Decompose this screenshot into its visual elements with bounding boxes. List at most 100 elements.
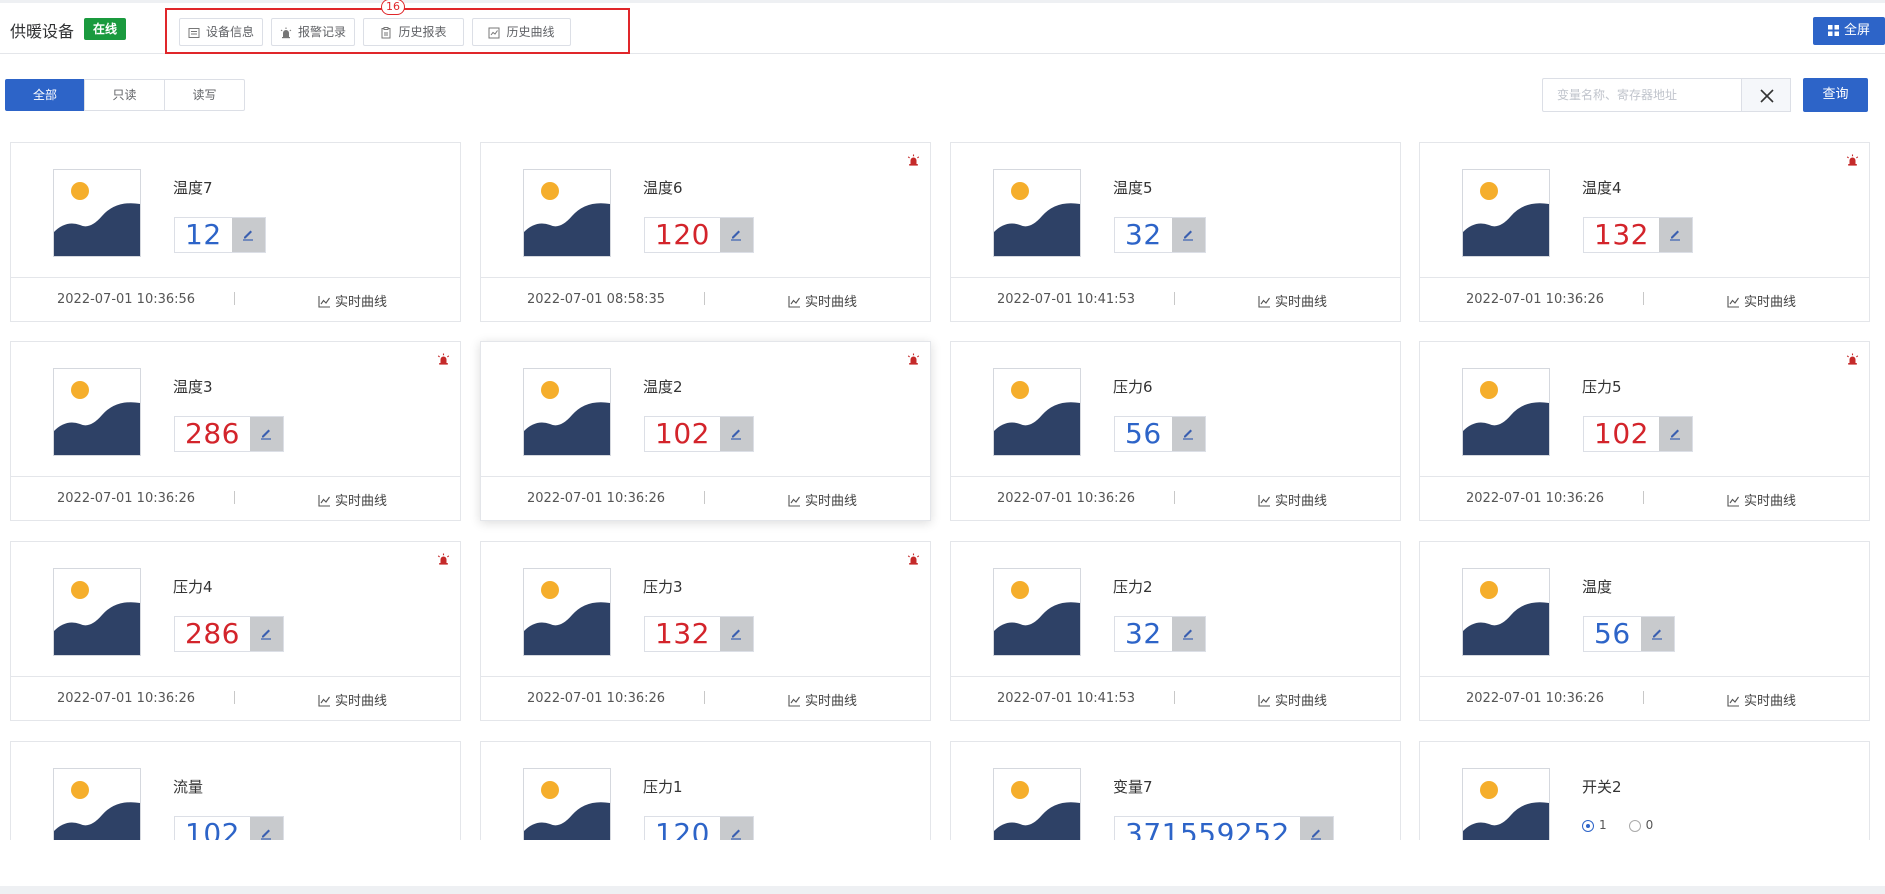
edit-value-button[interactable] — [1658, 417, 1692, 451]
edit-value-button[interactable] — [249, 617, 283, 651]
edit-value-button[interactable] — [231, 218, 265, 252]
variable-name: 压力4 — [173, 578, 213, 596]
search-input[interactable] — [1542, 78, 1741, 112]
tab-label: 报警记录 — [297, 25, 346, 39]
variable-image — [1462, 368, 1550, 456]
image-placeholder-icon — [1463, 781, 1549, 840]
value-display: 102 — [174, 816, 284, 840]
tab-history-report[interactable]: 历史报表 — [363, 18, 464, 46]
filter-read-write[interactable]: 读写 — [164, 79, 245, 111]
curve-icon — [1258, 295, 1275, 310]
tab-label: 历史报表 — [398, 25, 447, 39]
tab-alarm-records[interactable]: 报警记录 — [271, 18, 355, 46]
card-footer: 2022-07-01 10:41:53 实时曲线 — [951, 277, 1400, 323]
variable-card[interactable]: 压力6 56 2022-07-01 10:36:26 实时曲线 — [950, 341, 1401, 521]
variable-card[interactable]: 压力1 120 — [480, 741, 931, 840]
filter-read-only[interactable]: 只读 — [84, 79, 165, 111]
curve-label: 实时曲线 — [335, 295, 388, 310]
clear-search-button[interactable] — [1741, 78, 1791, 112]
variable-name: 温度2 — [643, 378, 683, 396]
realtime-curve-link[interactable]: 实时曲线 — [1727, 490, 1796, 509]
realtime-curve-link[interactable]: 实时曲线 — [1727, 690, 1796, 709]
value-display: 32 — [1114, 217, 1206, 253]
edit-value-button[interactable] — [719, 417, 753, 451]
edit-value-button[interactable] — [1171, 617, 1205, 651]
curve-label: 实时曲线 — [805, 295, 858, 310]
variable-image — [993, 169, 1081, 257]
variable-card[interactable]: 流量 102 — [10, 741, 461, 840]
realtime-curve-link[interactable]: 实时曲线 — [788, 291, 857, 310]
edit-value-button[interactable] — [1658, 218, 1692, 252]
card-footer: 2022-07-01 10:36:26 实时曲线 — [11, 476, 460, 522]
realtime-curve-link[interactable]: 实时曲线 — [788, 490, 857, 509]
variable-value: 102 — [655, 417, 710, 450]
edit-value-button[interactable] — [1171, 218, 1205, 252]
radio-option[interactable]: 1 — [1582, 818, 1607, 832]
edit-value-button[interactable] — [1640, 617, 1674, 651]
variable-card[interactable]: 变量7 371559252 — [950, 741, 1401, 840]
alarm-icon — [1846, 151, 1859, 170]
update-time: 2022-07-01 10:41:53 — [997, 691, 1136, 706]
edit-value-button[interactable] — [1299, 817, 1333, 840]
variable-value: 120 — [655, 817, 710, 840]
realtime-curve-link[interactable]: 实时曲线 — [318, 490, 387, 509]
variable-value: 286 — [185, 417, 240, 450]
variable-card[interactable]: 温度4 132 2022-07-01 10:36:26 实时曲线 — [1419, 142, 1870, 322]
alarm-icon — [907, 550, 920, 569]
curve-label: 实时曲线 — [1744, 694, 1797, 709]
variable-card[interactable]: 温度2 102 2022-07-01 10:36:26 实时曲线 — [480, 341, 931, 521]
tab-history-curve[interactable]: 历史曲线 — [472, 18, 571, 46]
edit-value-button[interactable] — [249, 417, 283, 451]
variable-image — [993, 568, 1081, 656]
variable-card[interactable]: 压力4 286 2022-07-01 10:36:26 实时曲线 — [10, 541, 461, 721]
tab-device-info[interactable]: 设备信息 — [179, 18, 263, 46]
divider — [1174, 292, 1175, 305]
edit-value-button[interactable] — [719, 218, 753, 252]
realtime-curve-link[interactable]: 实时曲线 — [1727, 291, 1796, 310]
variable-card[interactable]: 温度7 12 2022-07-01 10:36:56 实时曲线 — [10, 142, 461, 322]
card-footer: 2022-07-01 10:36:56 实时曲线 — [11, 277, 460, 323]
edit-value-button[interactable] — [1171, 417, 1205, 451]
realtime-curve-link[interactable]: 实时曲线 — [1258, 490, 1327, 509]
variable-card[interactable]: 压力3 132 2022-07-01 10:36:26 实时曲线 — [480, 541, 931, 721]
alarm-icon — [907, 151, 920, 170]
radio-icon — [1582, 819, 1594, 832]
filter-all[interactable]: 全部 — [5, 79, 85, 111]
variable-image — [523, 568, 611, 656]
update-time: 2022-07-01 10:36:26 — [527, 491, 666, 506]
realtime-curve-link[interactable]: 实时曲线 — [1258, 291, 1327, 310]
device-info-icon — [188, 27, 200, 38]
edit-value-button[interactable] — [249, 817, 283, 840]
curve-label: 实时曲线 — [335, 694, 388, 709]
edit-value-button[interactable] — [719, 617, 753, 651]
alarm-count-badge: 16 — [381, 0, 405, 15]
variable-name: 温度5 — [1113, 179, 1153, 197]
image-placeholder-icon — [1463, 581, 1549, 655]
realtime-curve-link[interactable]: 实时曲线 — [1258, 690, 1327, 709]
update-time: 2022-07-01 10:41:53 — [997, 292, 1136, 307]
image-placeholder-icon — [994, 182, 1080, 256]
realtime-curve-link[interactable]: 实时曲线 — [318, 291, 387, 310]
image-placeholder-icon — [524, 581, 610, 655]
variable-card[interactable]: 压力5 102 2022-07-01 10:36:26 实时曲线 — [1419, 341, 1870, 521]
variable-card[interactable]: 压力2 32 2022-07-01 10:41:53 实时曲线 — [950, 541, 1401, 721]
edit-value-button[interactable] — [719, 817, 753, 840]
fullscreen-button[interactable]: 全屏 — [1813, 17, 1885, 45]
variable-card[interactable]: 开关2 1 0 — [1419, 741, 1870, 840]
query-button[interactable]: 查询 — [1803, 78, 1868, 112]
report-icon — [381, 26, 391, 38]
image-placeholder-icon — [54, 182, 140, 256]
realtime-curve-link[interactable]: 实时曲线 — [318, 690, 387, 709]
variable-card[interactable]: 温度6 120 2022-07-01 08:58:35 实时曲线 — [480, 142, 931, 322]
curve-label: 实时曲线 — [1275, 694, 1328, 709]
variable-card[interactable]: 温度 56 2022-07-01 10:36:26 实时曲线 — [1419, 541, 1870, 721]
curve-icon — [788, 295, 805, 310]
divider — [704, 292, 705, 305]
variable-card[interactable]: 温度5 32 2022-07-01 10:41:53 实时曲线 — [950, 142, 1401, 322]
variable-card[interactable]: 温度3 286 2022-07-01 10:36:26 实时曲线 — [10, 341, 461, 521]
variable-image — [1462, 568, 1550, 656]
radio-option[interactable]: 0 — [1628, 818, 1653, 832]
value-display: 132 — [644, 616, 754, 652]
realtime-curve-link[interactable]: 实时曲线 — [788, 690, 857, 709]
fullscreen-label: 全屏 — [1843, 23, 1870, 38]
